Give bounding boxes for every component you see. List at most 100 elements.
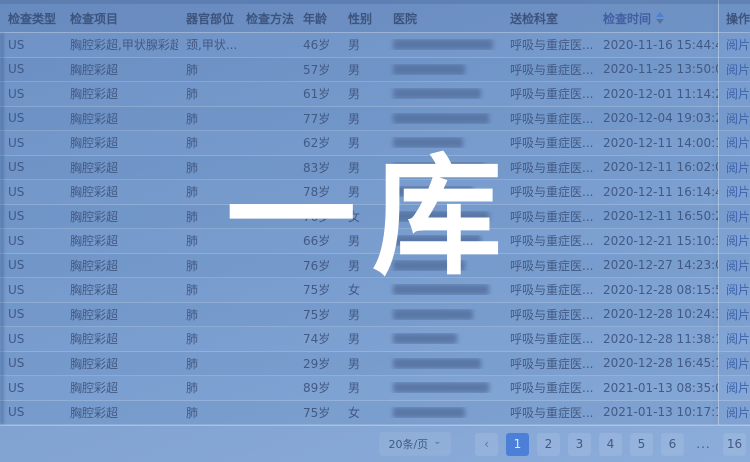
page-button-2[interactable]: 2 <box>537 433 560 456</box>
cell-body_part: 肺 <box>178 355 238 372</box>
view-images-link[interactable]: 阅片 <box>726 404 750 421</box>
cell-exam_type: US <box>0 38 62 52</box>
cell-body_part: 肺 <box>178 61 238 78</box>
cell-body_part: 肺 <box>178 306 238 323</box>
view-images-link[interactable]: 阅片 <box>726 232 750 249</box>
cell-action: 阅片 <box>718 36 750 53</box>
view-images-link[interactable]: 阅片 <box>726 85 750 102</box>
cell-department: 呼吸与重症医... <box>502 281 595 298</box>
cell-exam_time: 2020-12-04 19:03:24 <box>595 111 718 125</box>
cell-department: 呼吸与重症医... <box>502 134 595 151</box>
cell-exam_item: 胸腔彩超 <box>62 61 178 78</box>
cell-action: 阅片 <box>718 134 750 151</box>
redacted-hospital-text <box>393 64 465 75</box>
redacted-hospital-text <box>393 235 481 246</box>
prev-page-button[interactable]: ‹ <box>475 433 498 456</box>
view-images-link[interactable]: 阅片 <box>726 36 750 53</box>
cell-department: 呼吸与重症医... <box>502 404 595 421</box>
column-header-label: 检查时间 <box>603 10 651 27</box>
cell-body_part: 颈,甲状... <box>178 36 238 53</box>
view-images-link[interactable]: 阅片 <box>726 281 750 298</box>
view-images-link[interactable]: 阅片 <box>726 257 750 274</box>
cell-gender: 男 <box>340 306 385 323</box>
cell-age: 77岁 <box>295 110 340 127</box>
column-header-department: 送检科室 <box>502 10 595 27</box>
page-size-label: 20条/页 <box>388 436 428 452</box>
redacted-hospital-text <box>393 260 465 271</box>
page-size-select[interactable]: 20条/页 ⌄ <box>379 432 451 456</box>
page-button-5[interactable]: 5 <box>630 433 653 456</box>
view-images-link[interactable]: 阅片 <box>726 134 750 151</box>
cell-action: 阅片 <box>718 85 750 102</box>
column-header-hospital: 医院 <box>385 10 502 27</box>
chevron-down-icon: ⌄ <box>433 439 441 445</box>
page-button-3[interactable]: 3 <box>568 433 591 456</box>
cell-exam_time: 2020-12-11 16:14:49 <box>595 185 718 199</box>
cell-age: 75岁 <box>295 306 340 323</box>
cell-age: 74岁 <box>295 330 340 347</box>
cell-department: 呼吸与重症医... <box>502 355 595 372</box>
page-button-16[interactable]: 16 <box>723 433 746 456</box>
cell-age: 29岁 <box>295 355 340 372</box>
cell-age: 83岁 <box>295 159 340 176</box>
page-button-4[interactable]: 4 <box>599 433 622 456</box>
cell-department: 呼吸与重症医... <box>502 36 595 53</box>
cell-body_part: 肺 <box>178 257 238 274</box>
cell-department: 呼吸与重症医... <box>502 306 595 323</box>
view-images-link[interactable]: 阅片 <box>726 61 750 78</box>
cell-age: 62岁 <box>295 134 340 151</box>
view-images-link[interactable]: 阅片 <box>726 330 750 347</box>
cell-exam_item: 胸腔彩超 <box>62 183 178 200</box>
table-row: US胸腔彩超肺83岁男呼吸与重症医...2020-12-11 16:02:05阅… <box>0 156 750 181</box>
cell-hospital <box>385 137 502 148</box>
view-images-link[interactable]: 阅片 <box>726 355 750 372</box>
cell-exam_type: US <box>0 332 62 346</box>
cell-action: 阅片 <box>718 257 750 274</box>
view-images-link[interactable]: 阅片 <box>726 183 750 200</box>
sort-caret-icon <box>656 12 664 24</box>
cell-exam_time: 2020-12-28 10:24:30 <box>595 307 718 321</box>
cell-exam_type: US <box>0 356 62 370</box>
redacted-hospital-text <box>393 284 489 295</box>
cell-action: 阅片 <box>718 379 750 396</box>
page-button-1[interactable]: 1 <box>506 433 529 456</box>
view-images-link[interactable]: 阅片 <box>726 208 750 225</box>
cell-age: 57岁 <box>295 61 340 78</box>
cell-gender: 男 <box>340 85 385 102</box>
cell-body_part: 肺 <box>178 110 238 127</box>
table-header-row: 检查类型检查项目器官部位检查方法年龄性别医院送检科室检查时间操作 <box>0 0 750 33</box>
redacted-hospital-text <box>393 382 489 393</box>
page-button-6[interactable]: 6 <box>661 433 684 456</box>
cell-hospital <box>385 358 502 369</box>
left-edge-strip <box>0 33 4 424</box>
table-row: US胸腔彩超肺75岁女呼吸与重症医...2021-01-13 10:17:16阅… <box>0 401 750 426</box>
cell-exam_type: US <box>0 283 62 297</box>
table-row: US胸腔彩超肺75岁女呼吸与重症医...2020-12-28 08:15:51阅… <box>0 278 750 303</box>
column-header-exam_time[interactable]: 检查时间 <box>595 10 718 27</box>
cell-gender: 男 <box>340 232 385 249</box>
cell-hospital <box>385 260 502 271</box>
column-header-label: 送检科室 <box>510 10 558 27</box>
cell-gender: 男 <box>340 355 385 372</box>
view-images-link[interactable]: 阅片 <box>726 306 750 323</box>
cell-exam_time: 2020-12-11 14:00:14 <box>595 136 718 150</box>
view-images-link[interactable]: 阅片 <box>726 159 750 176</box>
cell-exam_item: 胸腔彩超 <box>62 85 178 102</box>
cell-exam_type: US <box>0 62 62 76</box>
view-images-link[interactable]: 阅片 <box>726 379 750 396</box>
cell-age: 66岁 <box>295 232 340 249</box>
view-images-link[interactable]: 阅片 <box>726 110 750 127</box>
redacted-hospital-text <box>393 358 481 369</box>
cell-hospital <box>385 113 502 124</box>
table-row: US胸腔彩超肺74岁男呼吸与重症医...2020-12-28 11:38:11阅… <box>0 327 750 352</box>
cell-exam_type: US <box>0 111 62 125</box>
column-header-label: 检查方法 <box>246 10 294 27</box>
fixed-column-divider <box>718 0 719 425</box>
redacted-hospital-text <box>393 113 489 124</box>
cell-hospital <box>385 407 502 418</box>
cell-body_part: 肺 <box>178 404 238 421</box>
cell-body_part: 肺 <box>178 159 238 176</box>
column-header-gender: 性别 <box>340 10 385 27</box>
table-row: US胸腔彩超肺57岁男呼吸与重症医...2020-11-25 13:50:01阅… <box>0 58 750 83</box>
cell-hospital <box>385 309 502 320</box>
